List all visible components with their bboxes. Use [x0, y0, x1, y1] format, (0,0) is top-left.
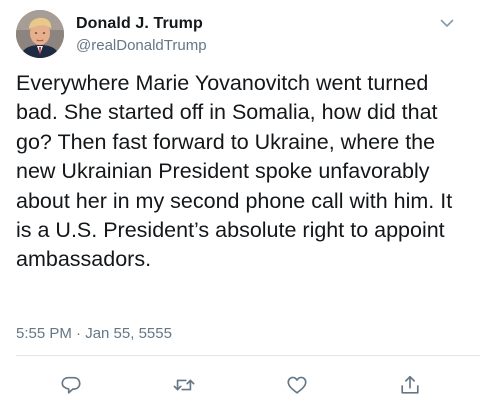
retweet-button[interactable] [169, 370, 199, 400]
reply-button[interactable] [56, 370, 86, 400]
heart-icon [287, 376, 307, 394]
tweet-timestamp[interactable]: 5:55 PM · Jan 55, 5555 [16, 325, 172, 342]
share-icon [401, 375, 419, 394]
tweet-card: Donald J. Trump @realDonaldTrump Everywh… [0, 0, 480, 410]
tweet-actions-bar [0, 370, 480, 400]
share-button[interactable] [395, 370, 425, 400]
chevron-down-icon [440, 19, 454, 27]
like-button[interactable] [282, 370, 312, 400]
profile-photo [16, 10, 64, 58]
tweet-menu-button[interactable] [436, 12, 458, 34]
author-handle[interactable]: @realDonaldTrump [76, 37, 207, 54]
author-display-name[interactable]: Donald J. Trump [76, 15, 203, 33]
retweet-icon [173, 379, 195, 391]
divider [16, 355, 480, 356]
tweet-text: Everywhere Marie Yovanovitch went turned… [16, 71, 453, 272]
reply-icon [61, 376, 81, 394]
avatar[interactable] [16, 10, 64, 58]
